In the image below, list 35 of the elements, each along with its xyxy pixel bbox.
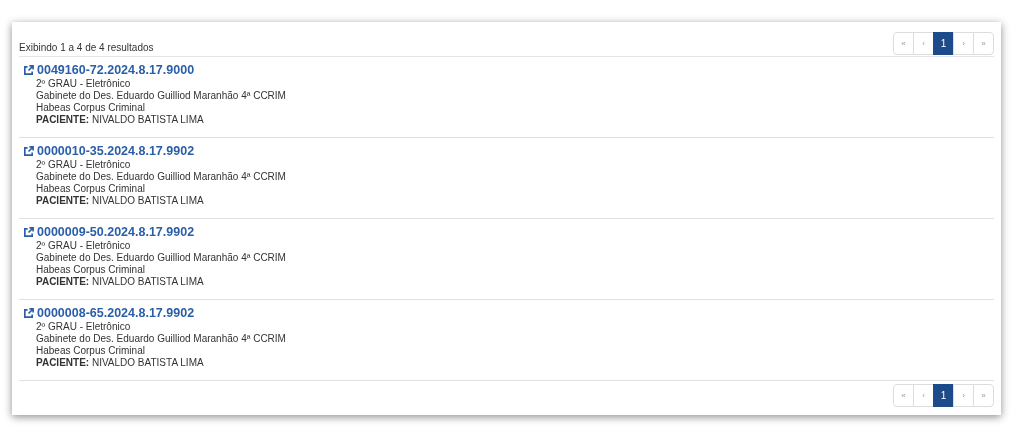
page-button[interactable]: 1 <box>933 384 954 407</box>
instance-text: 2º GRAU - Eletrônico <box>36 321 132 333</box>
page-button[interactable]: « <box>893 32 914 55</box>
external-link-icon[interactable] <box>23 65 34 76</box>
party-text: PACIENTE: NIVALDO BATISTA LIMA <box>36 114 205 126</box>
external-link-icon[interactable] <box>23 146 34 157</box>
class-text: Habeas Corpus Criminal <box>36 264 146 276</box>
class-text: Habeas Corpus Criminal <box>36 102 146 114</box>
page-button[interactable]: › <box>953 32 974 55</box>
class-text: Habeas Corpus Criminal <box>36 345 146 357</box>
page-button[interactable]: ‹ <box>913 384 934 407</box>
page-button[interactable]: ‹ <box>913 32 934 55</box>
process-number-link[interactable]: 0000008-65.2024.8.17.9902 <box>37 306 195 321</box>
office-text: Gabinete do Des. Eduardo Guilliod Maranhão 4ª CCRIM <box>36 333 287 345</box>
process-number-link[interactable]: 0049160-72.2024.8.17.9000 <box>37 63 195 78</box>
process-number-link[interactable]: 0000010-35.2024.8.17.9902 <box>37 144 195 159</box>
external-link-icon[interactable] <box>23 227 34 238</box>
office-text: Gabinete do Des. Eduardo Guilliod Maranhão 4ª CCRIM <box>36 252 287 264</box>
party-text: PACIENTE: NIVALDO BATISTA LIMA <box>36 195 205 207</box>
party-text: PACIENTE: NIVALDO BATISTA LIMA <box>36 276 205 288</box>
page-button[interactable]: › <box>953 384 974 407</box>
results-summary: Exibindo 1 a 4 de 4 resultados <box>19 40 154 55</box>
office-text: Gabinete do Des. Eduardo Guilliod Maranhão 4ª CCRIM <box>36 171 287 183</box>
instance-text: 2º GRAU - Eletrônico <box>36 240 132 252</box>
external-link-icon[interactable] <box>23 308 34 319</box>
class-text: Habeas Corpus Criminal <box>36 183 146 195</box>
process-number-link[interactable]: 0000009-50.2024.8.17.9902 <box>37 225 195 240</box>
page-button[interactable]: 1 <box>933 32 954 55</box>
instance-text: 2º GRAU - Eletrônico <box>36 159 132 171</box>
party-text: PACIENTE: NIVALDO BATISTA LIMA <box>36 357 205 369</box>
page-button[interactable]: « <box>893 384 914 407</box>
page-button[interactable]: » <box>973 384 994 407</box>
office-text: Gabinete do Des. Eduardo Guilliod Maranhão 4ª CCRIM <box>36 90 287 102</box>
page-button[interactable]: » <box>973 32 994 55</box>
instance-text: 2º GRAU - Eletrônico <box>36 78 132 90</box>
